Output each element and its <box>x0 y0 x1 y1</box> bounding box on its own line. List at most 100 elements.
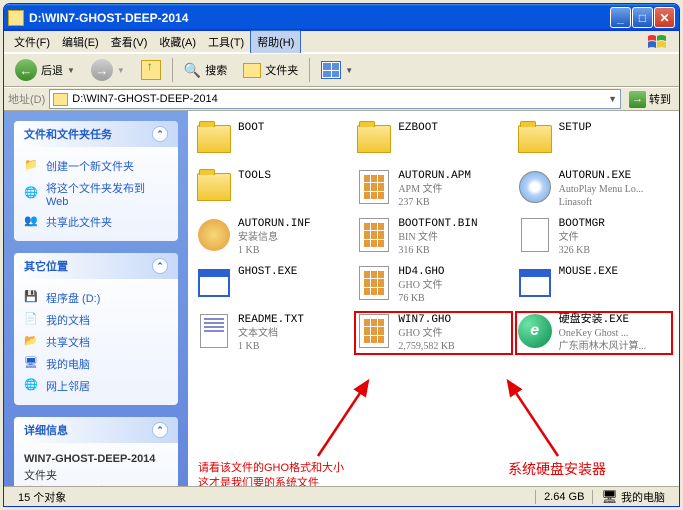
cd-icon <box>519 171 551 203</box>
sidebar: 文件和文件夹任务⌃ 📁创建一个新文件夹🌐将这个文件夹发布到Web👥共享此文件夹 … <box>4 111 188 486</box>
file-name: AUTORUN.INF <box>238 217 311 231</box>
menu-favorites[interactable]: 收藏(A) <box>153 31 202 53</box>
folders-button[interactable]: 文件夹 <box>238 60 303 80</box>
file-name: TOOLS <box>238 169 271 183</box>
arrow-annotation <box>308 371 378 461</box>
chevron-down-icon[interactable]: ▼ <box>608 94 617 104</box>
gear-icon <box>198 219 230 251</box>
addressbar: 地址(D) D:\WIN7-GHOST-DEEP-2014 ▼ →转到 <box>4 87 679 111</box>
task-link[interactable]: 👥共享此文件夹 <box>24 211 168 233</box>
annotation-left: 请看该文件的GHO格式和大小 这才是我们要的系统文件 <box>198 461 344 486</box>
other-places-header[interactable]: 其它位置⌃ <box>14 253 178 279</box>
task-icon: 📁 <box>24 158 40 174</box>
other-places-panel: 其它位置⌃ 💾程序盘 (D:)📄我的文档📂共享文档🖥我的电脑🌐网上邻居 <box>14 253 178 405</box>
up-folder-icon: ↑ <box>141 60 161 80</box>
file-name: AUTORUN.EXE <box>559 169 644 183</box>
windows-logo-icon <box>639 33 675 51</box>
address-label: 地址(D) <box>8 91 45 107</box>
file-meta: 76 KB <box>398 292 444 305</box>
file-item[interactable]: EZBOOT <box>354 119 512 163</box>
place-link[interactable]: 📄我的文档 <box>24 309 168 331</box>
explorer-window: D:\WIN7-GHOST-DEEP-2014 _ □ ✕ 文件(F) 编辑(E… <box>3 3 680 507</box>
task-icon: 👥 <box>24 214 40 230</box>
file-meta: 237 KB <box>398 196 471 209</box>
menu-edit[interactable]: 编辑(E) <box>56 31 105 53</box>
gho-icon <box>359 218 389 252</box>
go-button[interactable]: →转到 <box>625 90 675 109</box>
place-link[interactable]: 🖥我的电脑 <box>24 353 168 375</box>
menu-file[interactable]: 文件(F) <box>8 31 56 53</box>
task-link[interactable]: 📁创建一个新文件夹 <box>24 155 168 177</box>
file-listing[interactable]: BOOT EZBOOT SETUP TOOLS AUTORUN.APMAPM 文件237… <box>188 111 679 486</box>
gho-icon <box>359 314 389 348</box>
search-button[interactable]: 🔍搜索 <box>179 60 232 81</box>
file-meta: 1 KB <box>238 244 311 257</box>
place-icon: 🌐 <box>24 378 40 394</box>
titlebar[interactable]: D:\WIN7-GHOST-DEEP-2014 _ □ ✕ <box>4 4 679 31</box>
annotation-right: 系统硬盘安装器 <box>508 461 606 481</box>
chevron-up-icon[interactable]: ⌃ <box>152 258 168 274</box>
statusbar: 15 个对象 2.64 GB 🖥 我的电脑 <box>4 486 679 506</box>
file-name: MOUSE.EXE <box>559 265 618 279</box>
menu-tools[interactable]: 工具(T) <box>202 31 250 53</box>
back-button[interactable]: ←后退▼ <box>10 57 80 83</box>
place-icon: 🖥 <box>24 356 40 372</box>
menu-help[interactable]: 帮助(H) <box>250 30 301 54</box>
folder-icon <box>357 125 391 153</box>
chevron-up-icon[interactable]: ⌃ <box>152 126 168 142</box>
forward-button[interactable]: →▼ <box>86 57 130 83</box>
close-button[interactable]: ✕ <box>654 7 675 28</box>
file-item[interactable]: BOOTMGR文件326 KB <box>515 215 673 259</box>
file-meta: BIN 文件 <box>398 231 477 244</box>
address-input[interactable]: D:\WIN7-GHOST-DEEP-2014 ▼ <box>49 89 621 109</box>
place-icon: 📂 <box>24 334 40 350</box>
place-link[interactable]: 💾程序盘 (D:) <box>24 287 168 309</box>
file-name: EZBOOT <box>398 121 438 135</box>
file-name: 硬盘安装.EXE <box>559 313 647 327</box>
menu-view[interactable]: 查看(V) <box>105 31 154 53</box>
exe-icon <box>519 269 551 297</box>
file-item[interactable]: TOOLS <box>194 167 352 211</box>
up-button[interactable]: ↑ <box>136 58 166 82</box>
file-name: README.TXT <box>238 313 304 327</box>
file-item[interactable]: AUTORUN.APMAPM 文件237 KB <box>354 167 512 211</box>
file-item[interactable]: MOUSE.EXE <box>515 263 673 307</box>
folder-icon <box>53 93 68 106</box>
file-item[interactable]: WIN7.GHOGHO 文件2,759,582 KB <box>354 311 512 355</box>
task-link[interactable]: 🌐将这个文件夹发布到Web <box>24 177 168 211</box>
place-icon: 💾 <box>24 290 40 306</box>
place-link[interactable]: 🌐网上邻居 <box>24 375 168 397</box>
folder-icon <box>8 10 24 26</box>
folders-icon <box>243 63 261 78</box>
views-button[interactable]: ▼ <box>316 59 358 81</box>
chevron-up-icon[interactable]: ⌃ <box>152 422 168 438</box>
file-item[interactable]: e硬盘安装.EXEOneKey Ghost ...广东雨林木风计算... <box>515 311 673 355</box>
folder-icon <box>197 173 231 201</box>
place-link[interactable]: 📂共享文档 <box>24 331 168 353</box>
details-type: 文件夹 <box>24 468 168 485</box>
gho-icon <box>359 170 389 204</box>
file-item[interactable]: BOOT <box>194 119 352 163</box>
maximize-button[interactable]: □ <box>632 7 653 28</box>
details-panel: 详细信息⌃ WIN7-GHOST-DEEP-2014 文件夹 修改日期: 201… <box>14 417 178 486</box>
file-name: BOOTMGR <box>559 217 605 231</box>
arrow-annotation <box>498 371 568 461</box>
file-item[interactable]: GHOST.EXE <box>194 263 352 307</box>
file-item[interactable]: README.TXT文本文档1 KB <box>194 311 352 355</box>
file-item[interactable]: HD4.GHOGHO 文件76 KB <box>354 263 512 307</box>
menubar: 文件(F) 编辑(E) 查看(V) 收藏(A) 工具(T) 帮助(H) <box>4 31 679 53</box>
file-item[interactable]: AUTORUN.INF安装信息1 KB <box>194 215 352 259</box>
text-file-icon <box>200 314 228 348</box>
details-header[interactable]: 详细信息⌃ <box>14 417 178 443</box>
minimize-button[interactable]: _ <box>610 7 631 28</box>
file-name: GHOST.EXE <box>238 265 297 279</box>
exe-icon <box>198 269 230 297</box>
file-item[interactable]: AUTORUN.EXEAutoPlay Menu Lo...Linasoft <box>515 167 673 211</box>
file-meta: 1 KB <box>238 340 304 353</box>
file-item[interactable]: SETUP <box>515 119 673 163</box>
go-icon: → <box>629 91 646 108</box>
file-name: BOOTFONT.BIN <box>398 217 477 231</box>
file-name: BOOT <box>238 121 264 135</box>
tasks-panel-header[interactable]: 文件和文件夹任务⌃ <box>14 121 178 147</box>
file-item[interactable]: BOOTFONT.BINBIN 文件316 KB <box>354 215 512 259</box>
